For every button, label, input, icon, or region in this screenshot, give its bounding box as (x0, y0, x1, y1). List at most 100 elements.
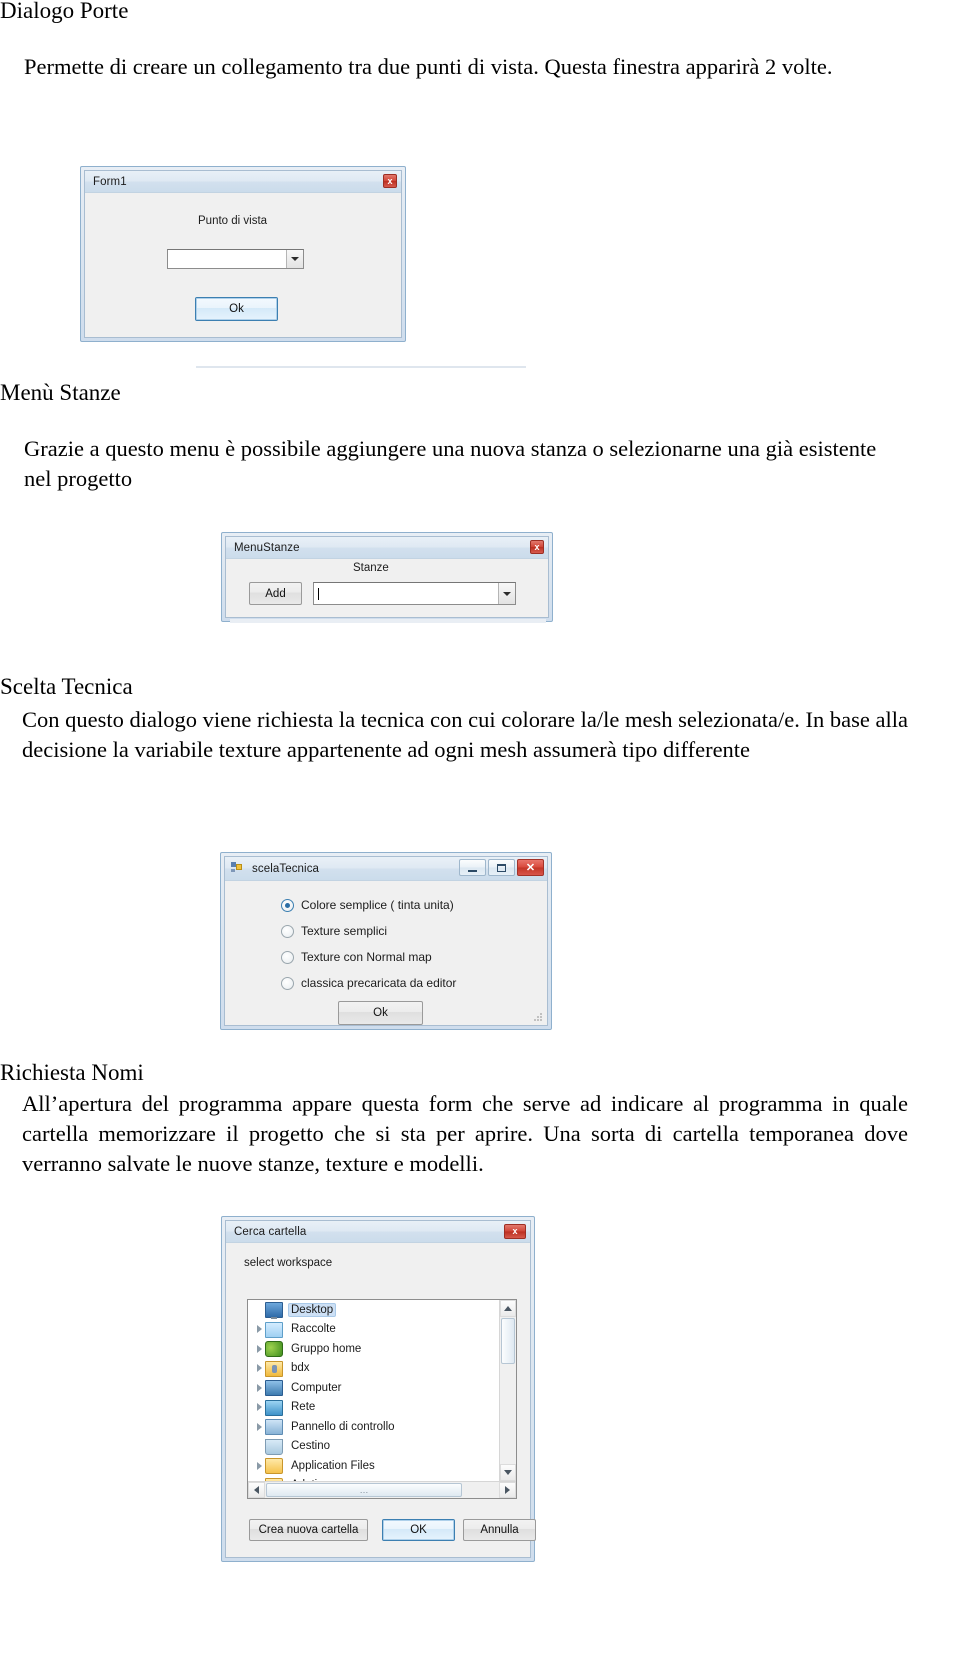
close-icon[interactable]: x (383, 174, 397, 188)
radio-label: Texture con Normal map (301, 950, 432, 964)
heading-scelta-tecnica: Scelta Tecnica (0, 674, 133, 699)
folder-icon (265, 1458, 283, 1475)
recycle-bin-icon (265, 1438, 283, 1455)
dialog-form1-titlebar[interactable]: Form1 x (85, 171, 401, 193)
dialog-sceltatecnica-title: scelaTecnica (252, 862, 320, 875)
minimize-icon[interactable] (459, 859, 486, 876)
window-controls[interactable]: ✕ (459, 859, 544, 876)
dialog-menustanze-titlebar[interactable]: MenuStanze x (226, 537, 548, 559)
radio-selected-icon (281, 898, 294, 912)
radio-icon (281, 950, 294, 964)
heading-dialogo-porte: Dialogo Porte (0, 0, 129, 23)
dialog-cerca-cartella-title: Cerca cartella (234, 1225, 307, 1238)
tree-item-pannello-di-controllo[interactable]: Pannello di controllo (248, 1417, 499, 1437)
radio-classica-precaricata[interactable]: classica precaricata da editor (281, 976, 456, 990)
paragraph-scelta-tecnica: Con questo dialogo viene richiesta la te… (22, 707, 908, 762)
add-button[interactable]: Add (249, 582, 302, 605)
ok-button[interactable]: Ok (338, 1001, 423, 1025)
dialog-form1-client: Punto di vista Ok (85, 193, 401, 337)
folder-tree-items[interactable]: Desktop Raccolte Gruppo home bdx Compute… (248, 1300, 499, 1481)
close-icon[interactable]: x (530, 540, 544, 554)
monitor-icon (265, 1302, 283, 1320)
dialog-form1-frame: Form1 x Punto di vista Ok (84, 170, 402, 338)
vertical-scroll-thumb[interactable] (501, 1318, 515, 1364)
crea-nuova-cartella-button[interactable]: Crea nuova cartella (249, 1519, 368, 1541)
close-icon[interactable]: x (504, 1224, 526, 1239)
dialog-form1-title: Form1 (93, 175, 127, 188)
radio-texture-normal-map[interactable]: Texture con Normal map (281, 950, 432, 964)
tree-item-application-files[interactable]: Application Files (248, 1456, 499, 1476)
dialog-sceltatecnica[interactable]: scelaTecnica ✕ Colore semplice ( tinta u… (220, 852, 552, 1030)
paragraph-richiesta-nomi: All’apertura del programma appare questa… (22, 1091, 908, 1176)
punto-di-vista-combobox[interactable] (167, 249, 304, 269)
chevron-right-icon[interactable] (254, 1383, 265, 1392)
dialog-sceltatecnica-titlebar[interactable]: scelaTecnica ✕ (225, 857, 547, 881)
chevron-right-icon[interactable] (254, 1364, 265, 1373)
radio-icon (281, 924, 294, 938)
scroll-right-icon[interactable] (499, 1482, 516, 1498)
radio-texture-semplici[interactable]: Texture semplici (281, 924, 387, 938)
radio-colore-semplice[interactable]: Colore semplice ( tinta unita) (281, 898, 454, 912)
ok-button[interactable]: Ok (195, 297, 278, 321)
chevron-down-icon[interactable] (498, 583, 515, 604)
scroll-left-icon[interactable] (248, 1482, 265, 1498)
paragraph-dialogo-porte: Permette di creare un collegamento tra d… (24, 54, 833, 79)
dialog-menustanze-frame: MenuStanze x Stanze Add (225, 536, 549, 618)
dialog-cerca-cartella-frame: Cerca cartella x select workspace Deskto… (225, 1220, 536, 1558)
dialog-menustanze-client: Stanze Add (226, 559, 548, 617)
tree-item-bdx[interactable]: bdx (248, 1359, 499, 1379)
tree-item-label: Rete (291, 1401, 316, 1414)
stanze-label: Stanze (353, 562, 389, 574)
dialog-menustanze[interactable]: MenuStanze x Stanze Add (221, 532, 553, 622)
scroll-up-icon[interactable] (500, 1300, 516, 1317)
tree-item-cestino[interactable]: Cestino (248, 1437, 499, 1457)
dialog-form1[interactable]: Form1 x Punto di vista Ok (80, 166, 406, 342)
text-cursor (318, 587, 319, 600)
heading-richiesta-nomi: Richiesta Nomi (0, 1060, 144, 1085)
user-folder-icon (265, 1360, 283, 1377)
dialog-cerca-cartella[interactable]: Cerca cartella x select workspace Deskto… (221, 1216, 536, 1562)
dialog-sceltatecnica-frame: scelaTecnica ✕ Colore semplice ( tinta u… (224, 856, 548, 1026)
homegroup-icon (265, 1341, 283, 1358)
dialog-cerca-cartella-client: select workspace Desktop Raccolte Gruppo… (226, 1243, 536, 1557)
resize-grip-icon[interactable] (533, 1012, 543, 1022)
maximize-icon[interactable] (488, 859, 515, 876)
tree-item-label: Application Files (291, 1459, 375, 1472)
folder-tree-vertical-scrollbar[interactable] (499, 1300, 516, 1481)
tree-item-desktop[interactable]: Desktop (248, 1300, 499, 1320)
tree-item-label: Computer (291, 1381, 342, 1394)
tree-item-computer[interactable]: Computer (248, 1378, 499, 1398)
network-icon (265, 1399, 283, 1416)
close-icon[interactable]: ✕ (517, 859, 544, 876)
ok-button[interactable]: OK (382, 1519, 455, 1541)
stanze-combobox[interactable] (313, 582, 516, 605)
tree-item-label: Desktop (288, 1302, 337, 1317)
tree-item-label: Cestino (291, 1440, 330, 1453)
dialog-cerca-cartella-titlebar[interactable]: Cerca cartella x (226, 1221, 530, 1243)
paragraph-menu-stanze: Grazie a questo menu è possibile aggiung… (24, 436, 877, 491)
tree-item-raccolte[interactable]: Raccolte (248, 1320, 499, 1340)
radio-label: Texture semplici (301, 924, 388, 938)
horizontal-scroll-thumb[interactable]: … (266, 1483, 462, 1497)
chevron-right-icon[interactable] (254, 1344, 265, 1353)
app-icon (231, 862, 244, 875)
tree-item-rete[interactable]: Rete (248, 1398, 499, 1418)
chevron-down-icon[interactable] (286, 250, 303, 268)
tree-item-label: Pannello di controllo (291, 1420, 395, 1433)
punto-di-vista-label: Punto di vista (198, 215, 268, 227)
scroll-down-icon[interactable] (500, 1464, 516, 1481)
document-page: Dialogo Porte Permette di creare un coll… (0, 0, 960, 1663)
control-panel-icon (265, 1419, 283, 1436)
scan-artifact-line-2 (230, 619, 546, 623)
radio-icon (281, 976, 294, 990)
tree-item-gruppo-home[interactable]: Gruppo home (248, 1339, 499, 1359)
folder-tree-horizontal-scrollbar[interactable]: … (248, 1481, 516, 1498)
chevron-right-icon[interactable] (254, 1461, 265, 1470)
annulla-button[interactable]: Annulla (463, 1519, 536, 1541)
chevron-right-icon[interactable] (254, 1403, 265, 1412)
dialog-menustanze-title: MenuStanze (234, 541, 300, 554)
chevron-right-icon[interactable] (254, 1325, 265, 1334)
computer-icon (265, 1380, 283, 1397)
folder-tree[interactable]: Desktop Raccolte Gruppo home bdx Compute… (247, 1299, 517, 1499)
chevron-right-icon[interactable] (254, 1422, 265, 1431)
